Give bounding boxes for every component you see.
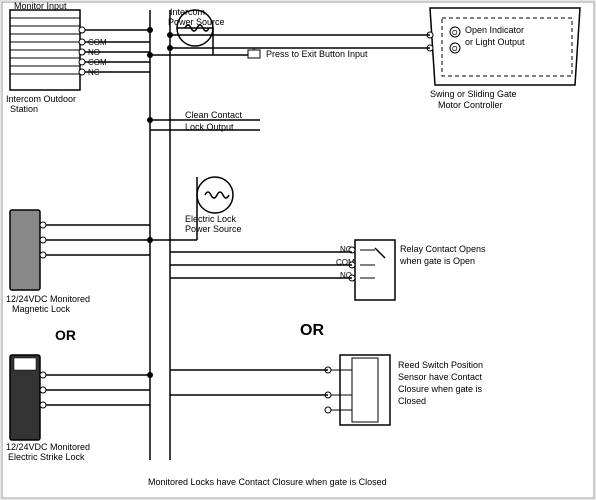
svg-text:Power Source: Power Source bbox=[185, 224, 242, 234]
svg-text:Closure when gate is: Closure when gate is bbox=[398, 384, 483, 394]
svg-text:Intercom: Intercom bbox=[170, 7, 205, 17]
svg-text:Press to Exit Button Input: Press to Exit Button Input bbox=[266, 49, 368, 59]
svg-text:O: O bbox=[452, 30, 458, 37]
svg-text:OR: OR bbox=[55, 327, 76, 343]
svg-text:OR: OR bbox=[300, 322, 324, 339]
wiring-diagram: Monitor Input COM NO COM NC Intercom Out… bbox=[0, 0, 596, 500]
svg-text:Electric Lock: Electric Lock bbox=[185, 214, 237, 224]
svg-text:Reed Switch Position: Reed Switch Position bbox=[398, 360, 483, 370]
svg-text:Monitored Locks have Contact C: Monitored Locks have Contact Closure whe… bbox=[148, 477, 387, 487]
svg-text:Open Indicator: Open Indicator bbox=[465, 25, 524, 35]
svg-text:Swing or Sliding Gate: Swing or Sliding Gate bbox=[430, 89, 517, 99]
svg-text:Power Source: Power Source bbox=[168, 17, 225, 27]
svg-text:or Light Output: or Light Output bbox=[465, 37, 525, 47]
svg-text:Magnetic Lock: Magnetic Lock bbox=[12, 304, 71, 314]
svg-text:when gate is Open: when gate is Open bbox=[399, 256, 475, 266]
svg-text:Station: Station bbox=[10, 104, 38, 114]
svg-text:Motor Controller: Motor Controller bbox=[438, 100, 503, 110]
svg-text:Clean Contact: Clean Contact bbox=[185, 110, 243, 120]
svg-text:Relay Contact Opens: Relay Contact Opens bbox=[400, 244, 486, 254]
svg-text:Sensor have Contact: Sensor have Contact bbox=[398, 372, 483, 382]
svg-text:Intercom Outdoor: Intercom Outdoor bbox=[6, 94, 76, 104]
svg-text:12/24VDC Monitored: 12/24VDC Monitored bbox=[6, 442, 90, 452]
svg-text:O: O bbox=[452, 46, 458, 53]
svg-text:Electric Strike Lock: Electric Strike Lock bbox=[8, 452, 85, 462]
svg-text:12/24VDC Monitored: 12/24VDC Monitored bbox=[6, 294, 90, 304]
svg-text:Closed: Closed bbox=[398, 396, 426, 406]
